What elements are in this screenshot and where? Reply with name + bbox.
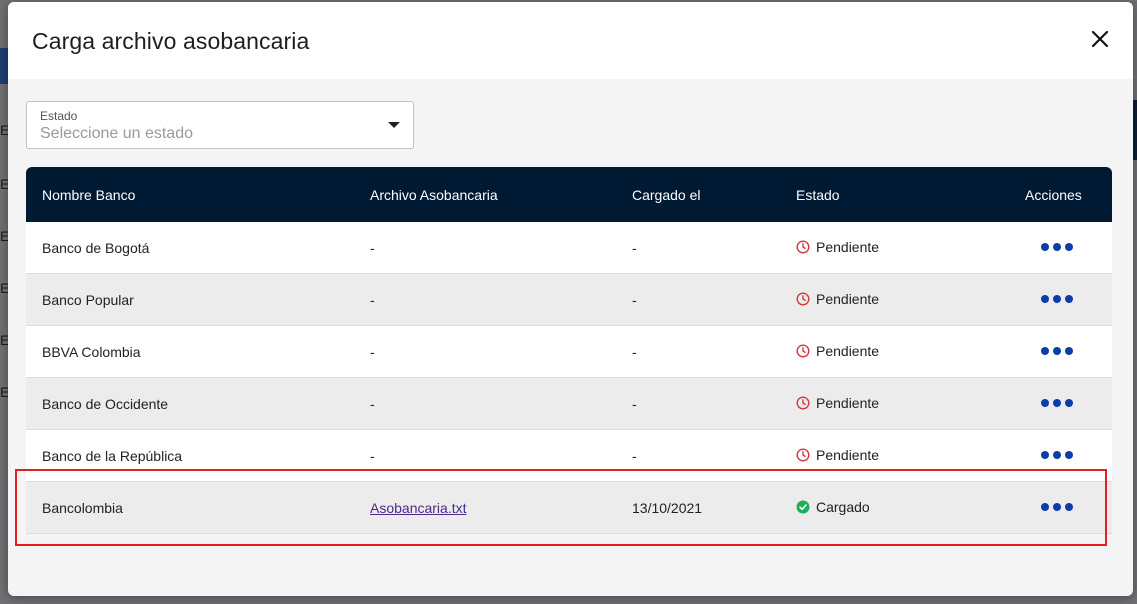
more-dot-icon	[1053, 347, 1061, 355]
more-dot-icon	[1053, 503, 1061, 511]
file-cell: -	[370, 292, 375, 308]
bank-name: Banco de la República	[42, 448, 183, 464]
date-cell: -	[632, 292, 637, 308]
more-dot-icon	[1053, 295, 1061, 303]
more-dot-icon	[1041, 347, 1049, 355]
clock-icon	[796, 396, 810, 410]
clock-icon	[796, 240, 810, 254]
status-text: Pendiente	[816, 343, 880, 359]
actions-menu-button[interactable]	[1041, 295, 1073, 303]
table-row: Bancolombia Asobancaria.txt 13/10/2021 C…	[26, 482, 1112, 534]
status-text: Pendiente	[816, 395, 880, 411]
more-dot-icon	[1053, 243, 1061, 251]
clock-icon	[796, 292, 810, 306]
date-cell: -	[632, 240, 637, 256]
file-link[interactable]: Asobancaria.txt	[370, 500, 467, 516]
status-cell: Cargado	[796, 499, 870, 515]
header-acciones: Acciones	[1025, 187, 1082, 203]
table-row: BBVA Colombia - - Pendiente	[26, 326, 1112, 378]
bank-name: Banco de Occidente	[42, 396, 169, 412]
table-row: Banco Popular - - Pendiente	[26, 274, 1112, 326]
check-circle-icon	[796, 500, 810, 514]
file-cell: -	[370, 396, 375, 412]
date-cell: -	[632, 396, 637, 412]
actions-menu-button[interactable]	[1041, 399, 1073, 407]
dropdown-arrow-icon	[388, 122, 400, 128]
file-cell: -	[370, 344, 375, 360]
more-dot-icon	[1053, 451, 1061, 459]
table-row: Banco de Occidente - - Pendiente	[26, 378, 1112, 430]
date-cell: 13/10/2021	[632, 500, 703, 516]
status-cell: Pendiente	[796, 239, 879, 255]
estado-label: Estado	[40, 109, 78, 123]
clock-icon	[796, 344, 810, 358]
date-cell: -	[632, 344, 637, 360]
more-dot-icon	[1041, 503, 1049, 511]
more-dot-icon	[1041, 243, 1049, 251]
bank-name: Banco de Bogotá	[42, 240, 150, 256]
bank-name: Bancolombia	[42, 500, 123, 516]
bank-name: Banco Popular	[42, 292, 134, 308]
status-text: Pendiente	[816, 447, 880, 463]
status-cell: Pendiente	[796, 395, 879, 411]
table-row: Banco de la República - - Pendiente	[26, 430, 1112, 482]
header-archivo: Archivo Asobancaria	[370, 187, 498, 203]
more-dot-icon	[1053, 399, 1061, 407]
status-text: Pendiente	[816, 239, 880, 255]
date-cell: -	[632, 448, 637, 464]
table-row: Banco de Bogotá - - Pendiente	[26, 222, 1112, 274]
status-cell: Pendiente	[796, 447, 879, 463]
more-dot-icon	[1041, 399, 1049, 407]
background-header-strip	[0, 48, 8, 84]
actions-menu-button[interactable]	[1041, 347, 1073, 355]
more-dot-icon	[1065, 347, 1073, 355]
status-text: Cargado	[816, 499, 870, 515]
more-dot-icon	[1041, 451, 1049, 459]
file-cell: -	[370, 448, 375, 464]
header-cargado-el: Cargado el	[632, 187, 701, 203]
bank-name: BBVA Colombia	[42, 344, 141, 360]
file-cell: -	[370, 240, 375, 256]
close-icon	[1092, 31, 1108, 47]
table-header: Nombre Banco Archivo Asobancaria Cargado…	[26, 167, 1112, 222]
more-dot-icon	[1065, 295, 1073, 303]
header-nombre-banco: Nombre Banco	[42, 187, 136, 203]
upload-asobancaria-modal: Carga archivo asobancaria Estado Selecci…	[8, 2, 1133, 596]
status-text: Pendiente	[816, 291, 880, 307]
more-dot-icon	[1065, 503, 1073, 511]
actions-menu-button[interactable]	[1041, 243, 1073, 251]
estado-select[interactable]: Estado Seleccione un estado	[26, 101, 414, 149]
status-cell: Pendiente	[796, 291, 879, 307]
modal-header: Carga archivo asobancaria	[8, 2, 1133, 79]
actions-menu-button[interactable]	[1041, 451, 1073, 459]
header-estado: Estado	[796, 187, 840, 203]
status-cell: Pendiente	[796, 343, 879, 359]
actions-menu-button[interactable]	[1041, 503, 1073, 511]
clock-icon	[796, 448, 810, 462]
banks-table: Nombre Banco Archivo Asobancaria Cargado…	[26, 167, 1112, 534]
modal-title: Carga archivo asobancaria	[32, 28, 310, 54]
more-dot-icon	[1065, 243, 1073, 251]
more-dot-icon	[1065, 399, 1073, 407]
estado-placeholder: Seleccione un estado	[40, 125, 193, 142]
more-dot-icon	[1041, 295, 1049, 303]
close-button[interactable]	[1085, 24, 1115, 54]
more-dot-icon	[1065, 451, 1073, 459]
